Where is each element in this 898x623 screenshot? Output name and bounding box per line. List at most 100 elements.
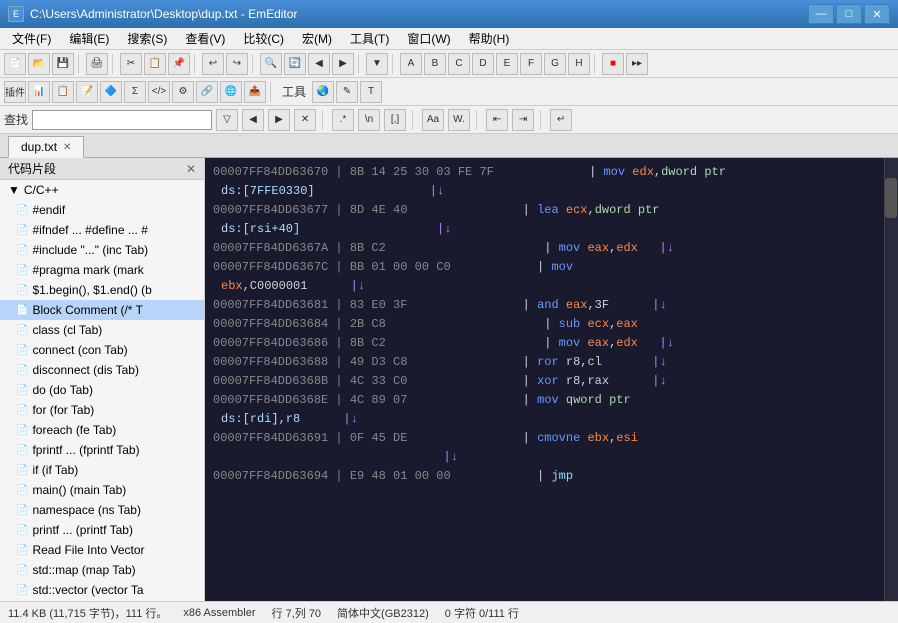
snippet-read-file[interactable]: 📄 Read File Into Vector <box>0 540 204 560</box>
btn-d[interactable]: D <box>472 53 494 75</box>
bracket-btn[interactable]: [,] <box>384 109 406 131</box>
snippet-label: #pragma mark (mark <box>32 263 143 277</box>
snippet-foreach[interactable]: 📄 foreach (fe Tab) <box>0 420 204 440</box>
case-btn[interactable]: Aa <box>422 109 444 131</box>
menu-tools[interactable]: 工具(T) <box>342 28 397 49</box>
plugin-btn11[interactable]: 📤 <box>244 81 266 103</box>
menu-search[interactable]: 搜索(S) <box>119 28 175 49</box>
snippet-label: printf ... (printf Tab) <box>32 523 132 537</box>
tab-close-icon[interactable]: ✕ <box>63 142 71 153</box>
find-prev[interactable]: ◀ <box>308 53 330 75</box>
snippet-namespace[interactable]: 📄 namespace (ns Tab) <box>0 500 204 520</box>
plugin-btn9[interactable]: 🔗 <box>196 81 218 103</box>
align-left[interactable]: ⇤ <box>486 109 508 131</box>
scrollbar-thumb[interactable] <box>885 178 897 218</box>
minimize-button[interactable]: — <box>808 4 834 24</box>
filter-button[interactable]: ▼ <box>366 53 388 75</box>
plugin-btn8[interactable]: ⚙ <box>172 81 194 103</box>
instr-1: | mov edx,dword ptr <box>589 165 726 179</box>
plugin-btn1[interactable]: 插件 <box>4 81 26 103</box>
vertical-scrollbar[interactable] <box>884 158 898 601</box>
wrap-btn[interactable]: ↵ <box>550 109 572 131</box>
word-btn[interactable]: W. <box>448 109 470 131</box>
tool-btn3[interactable]: T <box>360 81 382 103</box>
replace-button[interactable]: 🔄 <box>284 53 306 75</box>
sep7 <box>594 54 598 74</box>
print-button[interactable]: 🖨 <box>86 53 108 75</box>
menu-compare[interactable]: 比较(C) <box>235 28 292 49</box>
find-button[interactable]: 🔍 <box>260 53 282 75</box>
search-next-btn[interactable]: ▶ <box>268 109 290 131</box>
snippet-vector[interactable]: 📄 std::vector (vector Ta <box>0 580 204 600</box>
new-button[interactable]: 📄 <box>4 53 26 75</box>
snippet-pragma[interactable]: 📄 #pragma mark (mark <box>0 260 204 280</box>
cut-button[interactable]: ✂ <box>120 53 142 75</box>
code-editor[interactable]: 00007FF84DD63670 | 8B 14 25 30 03 FE 7F … <box>205 158 898 601</box>
snippet-disconnect[interactable]: 📄 disconnect (dis Tab) <box>0 360 204 380</box>
instr-15: | cmovne ebx,esi <box>407 431 637 445</box>
plugin-btn5[interactable]: 🔷 <box>100 81 122 103</box>
snippet-map[interactable]: 📄 std::map (map Tab) <box>0 560 204 580</box>
plugin-btn3[interactable]: 📋 <box>52 81 74 103</box>
search-down[interactable]: ▽ <box>216 109 238 131</box>
snippet-printf[interactable]: 📄 printf ... (printf Tab) <box>0 520 204 540</box>
more-button[interactable]: ▸▸ <box>626 53 648 75</box>
menu-edit[interactable]: 编辑(E) <box>61 28 117 49</box>
maximize-button[interactable]: □ <box>836 4 862 24</box>
menu-window[interactable]: 窗口(W) <box>399 28 458 49</box>
btn-e[interactable]: E <box>496 53 518 75</box>
file-icon: 📄 <box>16 425 28 436</box>
tool-btn1[interactable]: 🌏 <box>312 81 334 103</box>
sidebar-close-button[interactable]: ✕ <box>186 162 196 176</box>
search-x[interactable]: ✕ <box>294 109 316 131</box>
snippet-label: #include "..." (inc Tab) <box>32 243 148 257</box>
plugin-btn2[interactable]: 📊 <box>28 81 50 103</box>
btn-g[interactable]: G <box>544 53 566 75</box>
addr-17: 00007FF84DD63694 | E9 48 01 00 00 <box>213 469 451 483</box>
tree-root-cpp[interactable]: ▼ C/C++ <box>0 180 204 200</box>
menu-view[interactable]: 查看(V) <box>177 28 233 49</box>
plugin-btn7[interactable]: </> <box>148 81 170 103</box>
menu-macro[interactable]: 宏(M) <box>294 28 340 49</box>
snippet-endif[interactable]: 📄 #endif <box>0 200 204 220</box>
plugin-btn4[interactable]: 📝 <box>76 81 98 103</box>
menu-file[interactable]: 文件(F) <box>4 28 59 49</box>
snippet-for[interactable]: 📄 for (for Tab) <box>0 400 204 420</box>
snippet-include[interactable]: 📄 #include "..." (inc Tab) <box>0 240 204 260</box>
stop-button[interactable]: ■ <box>602 53 624 75</box>
btn-h[interactable]: H <box>568 53 590 75</box>
redo-button[interactable]: ↪ <box>226 53 248 75</box>
btn-c[interactable]: C <box>448 53 470 75</box>
paste-button[interactable]: 📌 <box>168 53 190 75</box>
close-button[interactable]: ✕ <box>864 4 890 24</box>
btn-f[interactable]: F <box>520 53 542 75</box>
align-right[interactable]: ⇥ <box>512 109 534 131</box>
snippet-connect[interactable]: 📄 connect (con Tab) <box>0 340 204 360</box>
escape-btn[interactable]: \n <box>358 109 380 131</box>
menu-help[interactable]: 帮助(H) <box>461 28 518 49</box>
tab-dup[interactable]: dup.txt ✕ <box>8 136 84 158</box>
undo-button[interactable]: ↩ <box>202 53 224 75</box>
copy-button[interactable]: 📋 <box>144 53 166 75</box>
open-button[interactable]: 📂 <box>28 53 50 75</box>
snippet-if[interactable]: 📄 if (if Tab) <box>0 460 204 480</box>
snippet-ifndef[interactable]: 📄 #ifndef ... #define ... # <box>0 220 204 240</box>
plugin-btn6[interactable]: Σ <box>124 81 146 103</box>
search-input[interactable] <box>32 110 212 130</box>
regex-btn[interactable]: .* <box>332 109 354 131</box>
btn-a[interactable]: A <box>400 53 422 75</box>
snippet-fprintf[interactable]: 📄 fprintf ... (fprintf Tab) <box>0 440 204 460</box>
sep-s2 <box>412 110 416 130</box>
save-button[interactable]: 💾 <box>52 53 74 75</box>
btn-b[interactable]: B <box>424 53 446 75</box>
snippet-begin[interactable]: 📄 $1.begin(), $1.end() (b <box>0 280 204 300</box>
snippet-block-comment[interactable]: 📄 Block Comment (/* T <box>0 300 204 320</box>
plugin-btn10[interactable]: 🌐 <box>220 81 242 103</box>
snippet-do[interactable]: 📄 do (do Tab) <box>0 380 204 400</box>
find-next[interactable]: ▶ <box>332 53 354 75</box>
sep5 <box>358 54 362 74</box>
search-prev-btn[interactable]: ◀ <box>242 109 264 131</box>
tool-btn2[interactable]: ✎ <box>336 81 358 103</box>
snippet-class[interactable]: 📄 class (cl Tab) <box>0 320 204 340</box>
snippet-main[interactable]: 📄 main() (main Tab) <box>0 480 204 500</box>
